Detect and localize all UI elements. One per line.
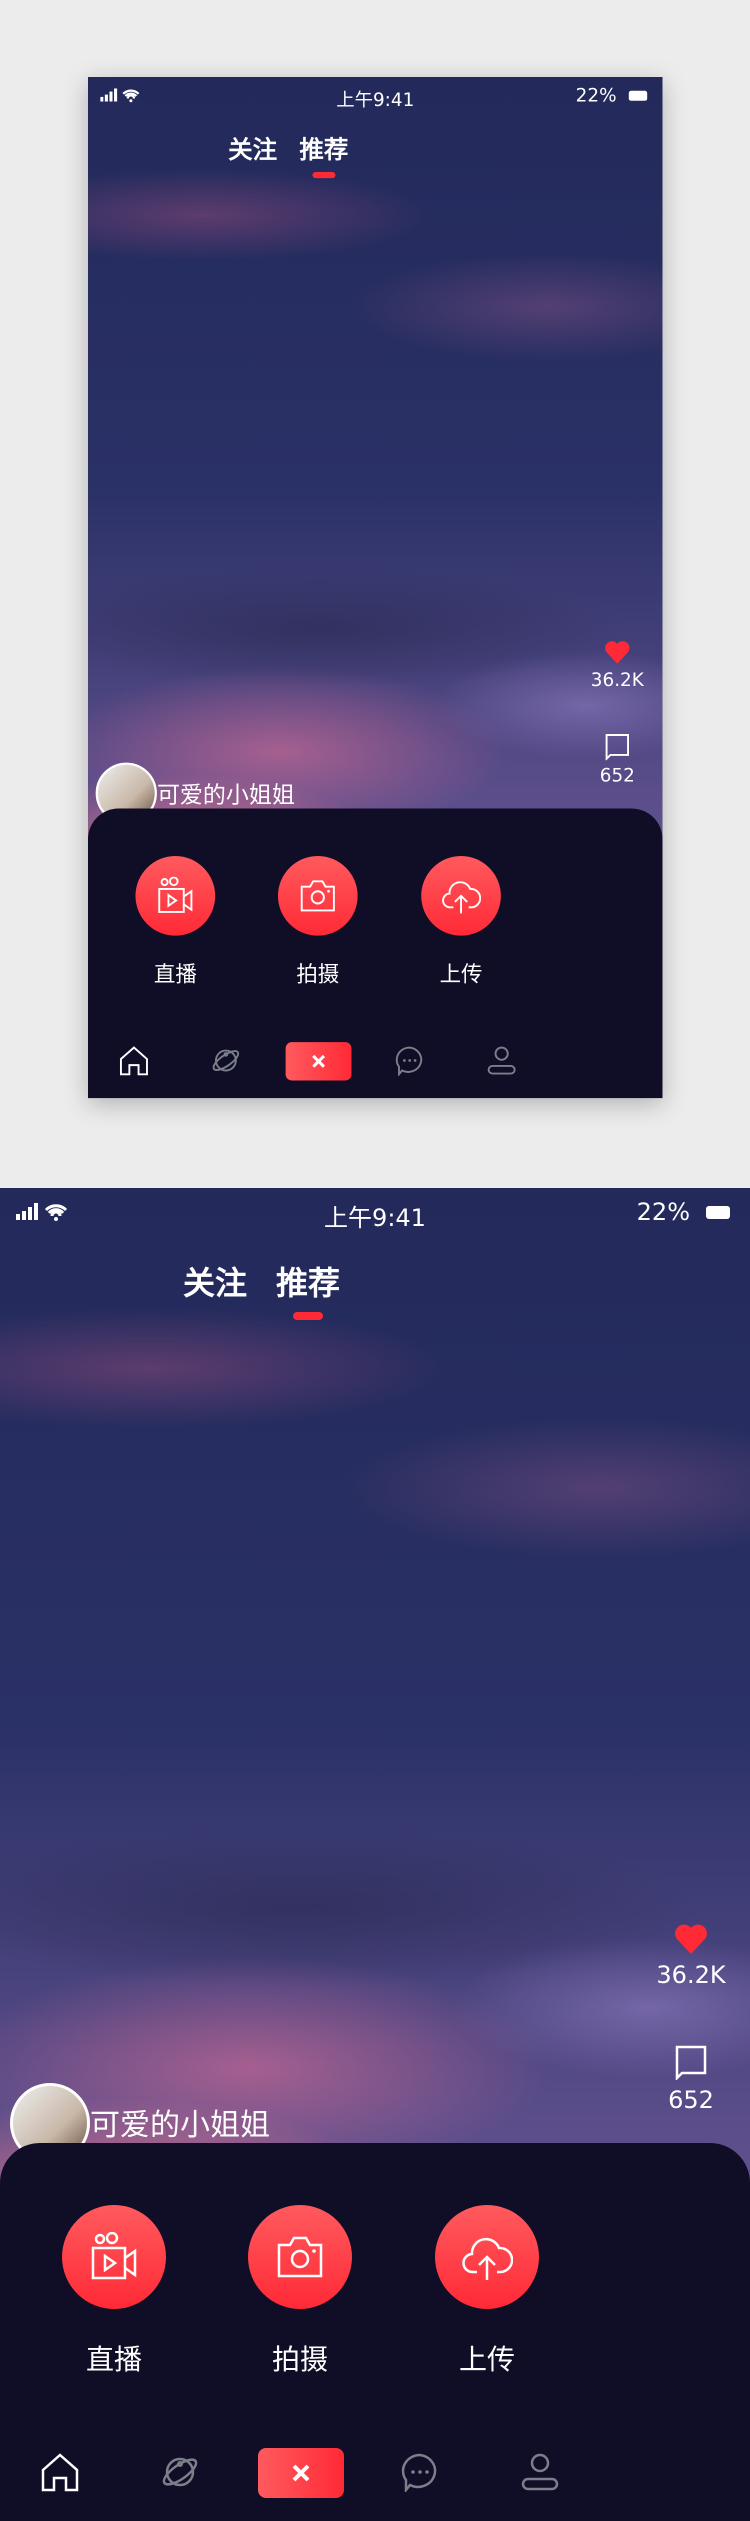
video-camera-icon (158, 876, 193, 913)
shoot-label: 拍摄 (271, 2343, 329, 2376)
comment-count: 652 (599, 764, 635, 787)
status-bar: 上午9:41 22% (0, 1198, 750, 1232)
comment-button[interactable]: 652 (590, 733, 644, 787)
like-count: 36.2K (590, 669, 644, 691)
cloud-upload-icon (442, 881, 481, 914)
comment-icon (605, 734, 629, 762)
close-button[interactable] (285, 1042, 352, 1081)
shoot-label: 拍摄 (296, 961, 340, 988)
profile-icon[interactable] (520, 2452, 560, 2492)
battery-icon (706, 1206, 730, 1219)
close-icon (292, 2464, 310, 2482)
active-tab-indicator (293, 1312, 323, 1320)
heart-icon (675, 1924, 707, 1954)
battery-percent: 22% (636, 1198, 690, 1226)
home-icon[interactable] (40, 2452, 80, 2492)
message-icon[interactable] (400, 2452, 440, 2492)
planet-icon[interactable] (160, 2452, 200, 2492)
username[interactable]: 可爱的小姐姐 (157, 776, 295, 810)
home-icon[interactable] (119, 1045, 150, 1076)
like-button[interactable]: 36.2K (656, 1923, 726, 1989)
create-sheet (88, 808, 663, 1099)
heart-icon (605, 641, 630, 664)
close-button[interactable] (258, 2448, 344, 2498)
close-icon (312, 1054, 326, 1068)
phone-preview-small: 上午9:41 22% 关注 推荐 36.2K 652 可爱的小姐姐 直播 拍摄 … (88, 77, 663, 1099)
phone-preview-large: 上午9:41 22% 关注 推荐 36.2K 652 可爱的小姐姐 直播 拍摄 … (0, 1188, 750, 2521)
camera-icon (300, 880, 335, 912)
comment-count: 652 (668, 2086, 714, 2114)
shoot-button[interactable] (277, 856, 358, 936)
create-sheet (0, 2143, 750, 2521)
username[interactable]: 可爱的小姐姐 (90, 2100, 270, 2144)
live-button[interactable] (62, 2205, 166, 2309)
like-button[interactable]: 36.2K (590, 640, 644, 691)
message-icon[interactable] (394, 1045, 425, 1076)
shoot-button[interactable] (248, 2205, 352, 2309)
status-bar: 上午9:41 22% (88, 84, 663, 111)
upload-button[interactable] (435, 2205, 539, 2309)
upload-button[interactable] (421, 856, 501, 936)
tab-recommend[interactable]: 推荐 (276, 1258, 340, 1304)
active-tab-indicator (312, 171, 336, 179)
live-label: 直播 (85, 2343, 143, 2376)
upload-label: 上传 (458, 2343, 516, 2376)
battery-icon (628, 90, 648, 101)
tab-follow[interactable]: 关注 (183, 1258, 247, 1304)
comment-button[interactable]: 652 (656, 2044, 726, 2114)
tab-follow[interactable]: 关注 (228, 131, 277, 166)
upload-label: 上传 (439, 961, 483, 988)
video-camera-icon (91, 2232, 137, 2280)
live-label: 直播 (153, 961, 197, 988)
camera-icon (277, 2236, 323, 2278)
battery-percent: 22% (575, 84, 617, 107)
planet-icon[interactable] (211, 1045, 242, 1076)
live-button[interactable] (135, 856, 216, 936)
comment-icon (675, 2045, 707, 2082)
tab-recommend[interactable]: 推荐 (299, 131, 348, 166)
profile-icon[interactable] (486, 1045, 517, 1076)
cloud-upload-icon (462, 2237, 513, 2280)
like-count: 36.2K (656, 1961, 726, 1989)
